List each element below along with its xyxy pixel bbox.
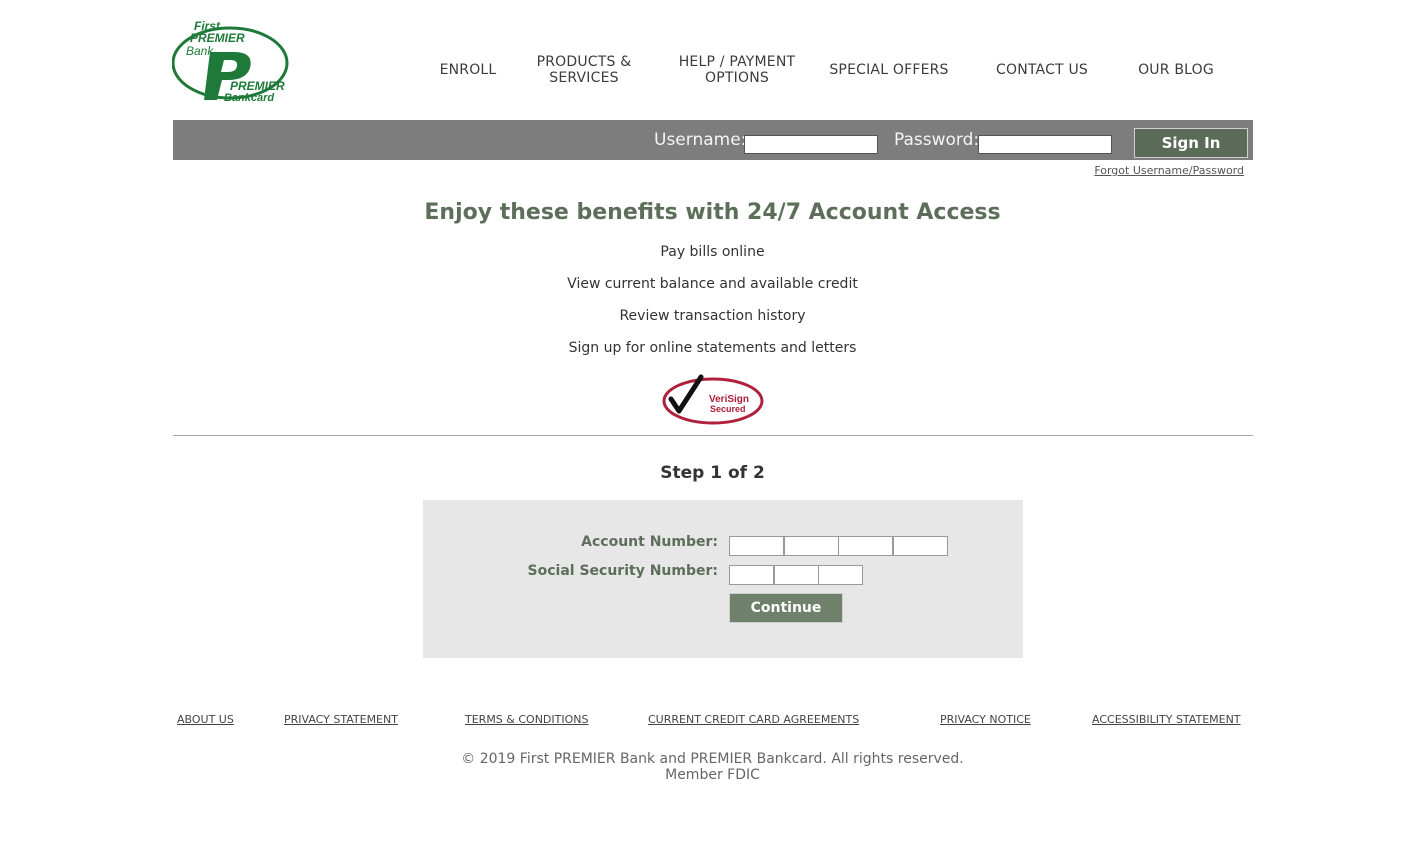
section-divider	[173, 435, 1253, 436]
nav-products-line1: PRODUCTS &	[536, 54, 632, 70]
first-premier-logo[interactable]: First PREMIER Bank PREMIER Bankcard	[171, 18, 294, 104]
nav-enroll[interactable]: ENROLL	[420, 52, 516, 88]
logo-text-bank: Bank	[186, 44, 214, 58]
member-fdic: Member FDIC	[665, 767, 760, 783]
nav-special-offers-label: SPECIAL OFFERS	[829, 62, 949, 78]
nav-our-blog[interactable]: OUR BLOG	[1126, 52, 1226, 88]
step-indicator: Step 1 of 2	[660, 463, 765, 483]
nav-our-blog-label: OUR BLOG	[1138, 62, 1214, 78]
copyright-notice: © 2019 First PREMIER Bank and PREMIER Ba…	[0, 751, 1425, 783]
logo-text-bankcard: Bankcard	[224, 92, 274, 104]
nav-enroll-label: ENROLL	[439, 62, 497, 78]
password-input[interactable]	[978, 135, 1112, 154]
ssn-field-1[interactable]	[729, 565, 774, 585]
verisign-secured-text: Secured	[710, 404, 746, 414]
footer-link-privacy-statement[interactable]: PRIVACY STATEMENT	[284, 713, 398, 726]
forgot-username-password-link[interactable]: Forgot Username/Password	[1040, 164, 1244, 177]
benefit-item: Review transaction history	[619, 308, 806, 324]
nav-help-line2: OPTIONS	[705, 70, 769, 86]
ssn-field-2[interactable]	[774, 565, 819, 585]
continue-button[interactable]: Continue	[729, 593, 843, 623]
verisign-secured-seal[interactable]: VeriSign Secured	[661, 373, 765, 427]
footer-link-about-us[interactable]: ABOUT US	[177, 713, 234, 726]
footer-link-accessibility-statement[interactable]: ACCESSIBILITY STATEMENT	[1092, 713, 1241, 726]
nav-help-payment[interactable]: HELP / PAYMENT OPTIONS	[664, 52, 810, 88]
account-number-field-2[interactable]	[784, 536, 839, 556]
benefits-headline: Enjoy these benefits with 24/7 Account A…	[424, 200, 1001, 225]
logo-graphic: First PREMIER Bank PREMIER Bankcard	[171, 19, 289, 104]
benefit-item: Sign up for online statements and letter…	[568, 340, 857, 356]
copyright-line: © 2019 First PREMIER Bank and PREMIER Ba…	[461, 751, 964, 767]
account-number-field-1[interactable]	[729, 536, 784, 556]
account-number-field-4[interactable]	[893, 536, 948, 556]
nav-products-services[interactable]: PRODUCTS & SERVICES	[524, 52, 644, 88]
username-label: Username:	[654, 130, 747, 150]
password-label: Password:	[894, 130, 980, 150]
nav-special-offers[interactable]: SPECIAL OFFERS	[818, 52, 960, 88]
account-number-field-3[interactable]	[838, 536, 893, 556]
logo-text-premier-2: PREMIER	[230, 79, 285, 93]
benefit-item: Pay bills online	[660, 244, 765, 260]
nav-help-line1: HELP / PAYMENT	[678, 54, 796, 70]
logo-text-premier: PREMIER	[190, 31, 245, 45]
nav-contact-us[interactable]: CONTACT US	[982, 52, 1102, 88]
username-input[interactable]	[744, 135, 878, 154]
footer-link-credit-card-agreements[interactable]: CURRENT CREDIT CARD AGREEMENTS	[648, 713, 859, 726]
ssn-label: Social Security Number:	[527, 563, 718, 579]
nav-contact-us-label: CONTACT US	[996, 62, 1088, 78]
account-form-panel	[423, 500, 1023, 658]
ssn-field-3[interactable]	[818, 565, 863, 585]
benefit-item: View current balance and available credi…	[567, 276, 858, 292]
sign-in-button[interactable]: Sign In	[1134, 128, 1248, 158]
account-number-label: Account Number:	[581, 534, 718, 550]
nav-products-line2: SERVICES	[549, 70, 619, 86]
footer-link-terms-conditions[interactable]: TERMS & CONDITIONS	[465, 713, 588, 726]
footer-link-privacy-notice[interactable]: PRIVACY NOTICE	[940, 713, 1031, 726]
